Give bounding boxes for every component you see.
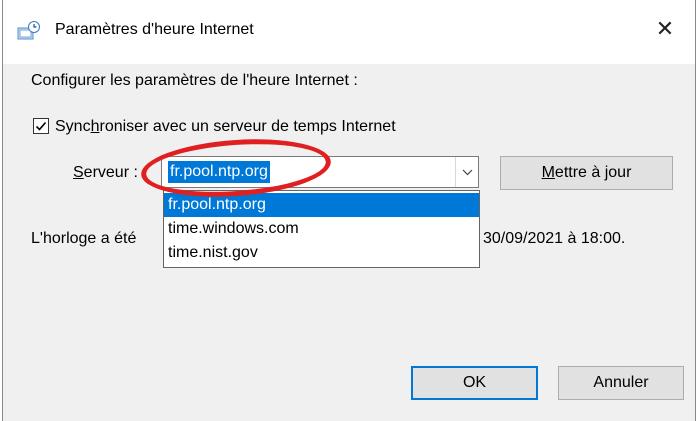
server-option[interactable]: fr.pool.ntp.org [164, 193, 479, 217]
server-dropdown-list: fr.pool.ntp.org time.windows.com time.ni… [163, 190, 480, 268]
server-option[interactable]: time.windows.com [164, 217, 479, 241]
sync-checkbox[interactable] [33, 118, 49, 134]
sync-checkbox-label[interactable]: Synchroniser avec un serveur de temps In… [55, 118, 396, 136]
title-bar: Paramètres d'heure Internet ✕ [3, 0, 695, 64]
clock-network-icon [17, 21, 41, 41]
update-now-button[interactable]: Mettre à jour [500, 156, 673, 190]
ok-button[interactable]: OK [411, 366, 538, 400]
chevron-down-icon[interactable] [455, 157, 478, 187]
dialog-title: Paramètres d'heure Internet [55, 21, 254, 38]
close-button[interactable]: ✕ [649, 14, 681, 46]
cancel-button[interactable]: Annuler [558, 366, 684, 400]
internet-time-dialog: Paramètres d'heure Internet ✕ Configurer… [2, 0, 696, 421]
section-heading: Configurer les paramètres de l'heure Int… [31, 72, 358, 89]
status-text-prefix: L'horloge a été [31, 230, 137, 247]
status-text-suffix: 30/09/2021 à 18:00. [483, 230, 626, 247]
server-label: Serveur : [73, 164, 138, 181]
close-icon: ✕ [655, 17, 675, 42]
checkmark-icon [35, 121, 47, 131]
server-combobox-value[interactable]: fr.pool.ntp.org [168, 161, 270, 183]
server-combobox[interactable]: fr.pool.ntp.org [161, 156, 479, 188]
server-option[interactable]: time.nist.gov [164, 241, 479, 265]
